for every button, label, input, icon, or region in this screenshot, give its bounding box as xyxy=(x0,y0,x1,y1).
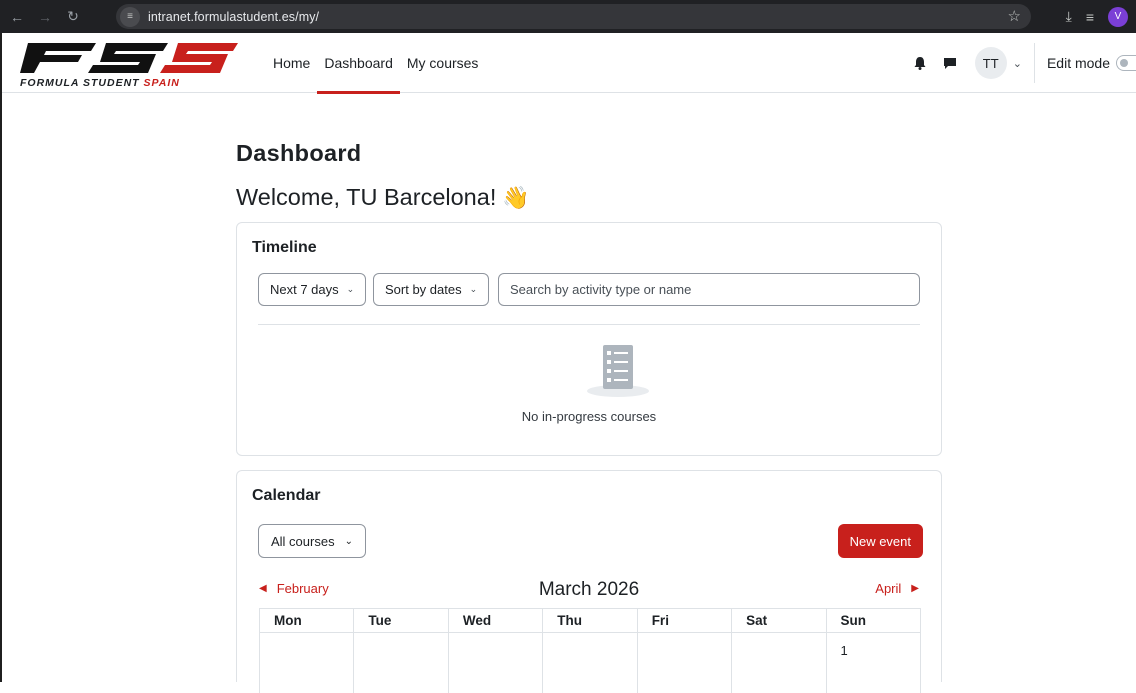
chevron-down-icon: ⌄ xyxy=(469,284,478,294)
calendar-day-cell[interactable]: 1 xyxy=(825,632,922,693)
browser-toolbar: ← → ↻ ≡ intranet.formulastudent.es/my/ ☆… xyxy=(0,0,1136,33)
weekday-header: Mon xyxy=(258,608,355,633)
logo-caption: FORMULA STUDENT SPAIN xyxy=(20,77,180,89)
chevron-down-icon[interactable]: ⌄ xyxy=(1013,57,1022,70)
calendar-day-cell xyxy=(542,632,638,693)
waving-hand-icon: 👋 xyxy=(502,184,530,210)
weekday-header: Sun xyxy=(825,608,922,633)
timeline-day-filter[interactable]: Next 7 days ⌄ xyxy=(258,273,367,306)
empty-courses-icon xyxy=(585,341,651,401)
logo-caption-main: FORMULA STUDENT xyxy=(20,77,140,89)
navbar-divider xyxy=(1033,43,1035,83)
weekday-header: Tue xyxy=(353,608,449,633)
primary-navigation: Home Dashboard My courses xyxy=(266,33,486,94)
messages-icon[interactable] xyxy=(937,50,963,76)
calendar-day-cell xyxy=(447,632,544,693)
calendar-title: Calendar xyxy=(252,487,321,504)
logo-caption-accent: SPAIN xyxy=(143,77,180,89)
weekday-header: Thu xyxy=(542,608,638,633)
course-filter-label: All courses xyxy=(271,533,335,549)
url-text[interactable]: intranet.formulastudent.es/my/ xyxy=(148,10,319,24)
timeline-sort-dropdown[interactable]: Sort by dates ⌄ xyxy=(373,273,490,306)
welcome-message: Welcome, TU Barcelona! 👋 xyxy=(236,184,530,211)
weekday-header: Wed xyxy=(447,608,544,633)
calendar-week-row: 1 xyxy=(258,632,922,693)
edit-mode-label: Edit mode xyxy=(1046,55,1110,71)
empty-state-message: No in-progress courses xyxy=(521,409,657,424)
next-month-label: April xyxy=(875,581,902,596)
welcome-text: Welcome, TU Barcelona! xyxy=(236,184,497,210)
calendar-day-cell xyxy=(731,632,827,693)
media-control-icon[interactable]: ≡ xyxy=(1086,9,1094,25)
timeline-divider xyxy=(258,324,920,325)
address-bar[interactable]: ≡ intranet.formulastudent.es/my/ ☆ xyxy=(116,4,1031,29)
current-month-title: March 2026 xyxy=(538,579,640,600)
calendar-block: Calendar All courses ⌄ New event ◀ Febru… xyxy=(236,470,942,693)
nav-home[interactable]: Home xyxy=(266,33,317,93)
nav-dashboard[interactable]: Dashboard xyxy=(317,33,400,94)
triangle-right-icon: ▶ xyxy=(911,583,919,594)
site-navbar: FORMULA STUDENT SPAIN Home Dashboard My … xyxy=(2,33,1136,94)
forward-icon[interactable]: → xyxy=(34,6,56,28)
next-month-link[interactable]: April ▶ xyxy=(875,581,919,596)
course-filter-dropdown[interactable]: All courses ⌄ xyxy=(258,524,366,558)
weekday-header-row: Mon Tue Wed Thu Fri Sat Sun xyxy=(258,608,922,633)
sort-label: Sort by dates xyxy=(385,282,462,297)
edit-mode-toggle[interactable] xyxy=(1116,55,1136,71)
profile-avatar[interactable]: V xyxy=(1108,6,1128,27)
download-icon[interactable]: ⤓ xyxy=(1066,8,1072,25)
notification-bell-icon[interactable] xyxy=(907,50,933,76)
timeline-search-input[interactable] xyxy=(498,273,920,306)
new-event-button[interactable]: New event xyxy=(837,524,923,558)
calendar-day-cell xyxy=(258,632,355,693)
weekday-header: Fri xyxy=(636,608,733,633)
page-title: Dashboard xyxy=(236,140,362,166)
timeline-block: Timeline Next 7 days ⌄ Sort by dates ⌄ N… xyxy=(236,222,942,456)
nav-my-courses[interactable]: My courses xyxy=(400,33,486,93)
back-icon[interactable]: ← xyxy=(6,6,28,28)
calendar-day-cell xyxy=(636,632,733,693)
window-edge xyxy=(0,33,2,682)
weekday-header: Sat xyxy=(731,608,827,633)
site-info-icon[interactable]: ≡ xyxy=(120,6,140,27)
user-avatar[interactable]: TT xyxy=(974,47,1007,79)
fss-logo[interactable]: FORMULA STUDENT SPAIN xyxy=(18,41,240,89)
reload-icon[interactable]: ↻ xyxy=(62,6,84,28)
timeline-title: Timeline xyxy=(252,239,317,256)
day-filter-label: Next 7 days xyxy=(270,282,339,297)
chevron-down-icon: ⌄ xyxy=(344,535,353,547)
bookmark-star-icon[interactable]: ☆ xyxy=(1008,7,1021,25)
chevron-down-icon: ⌄ xyxy=(346,284,355,294)
calendar-grid: Mon Tue Wed Thu Fri Sat Sun 1 xyxy=(258,608,922,693)
calendar-day-cell xyxy=(353,632,449,693)
